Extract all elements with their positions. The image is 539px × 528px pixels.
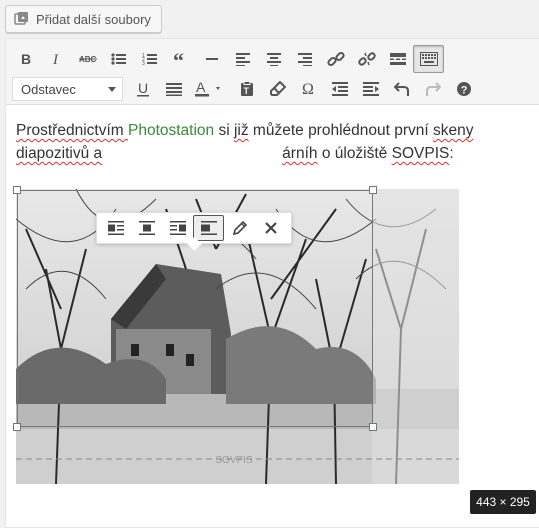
underline-button[interactable]: U — [127, 75, 158, 103]
text-segment: již — [233, 122, 249, 139]
svg-text:3: 3 — [142, 61, 145, 66]
justify-button[interactable] — [158, 75, 189, 103]
insert-link-button[interactable] — [320, 45, 351, 73]
remove-image-icon[interactable] — [255, 215, 286, 241]
svg-text:“: “ — [173, 52, 184, 66]
image-align-right-button[interactable] — [162, 215, 193, 241]
svg-text:T: T — [243, 86, 249, 96]
text-segment: si — [214, 122, 234, 139]
editor-content[interactable]: Prostřednictvím Photostation si již může… — [6, 106, 539, 526]
format-select-value: Odstavec — [21, 81, 76, 97]
toolbar-row-2: Odstavec U A T Ω ? — [10, 75, 479, 103]
outdent-button[interactable] — [324, 75, 355, 103]
align-center-button[interactable] — [258, 45, 289, 73]
align-right-button[interactable] — [289, 45, 320, 73]
format-select[interactable]: Odstavec — [12, 77, 123, 101]
image-align-none-button[interactable] — [193, 215, 224, 241]
watermark-text: SOVPIS — [215, 455, 253, 466]
text-segment: o úložiště — [317, 145, 392, 162]
paste-as-text-button[interactable]: T — [231, 75, 262, 103]
photostation-link[interactable]: Photostation — [128, 122, 214, 139]
italic-button[interactable]: I — [41, 45, 72, 73]
text-segment: diapozitivů a — [16, 145, 103, 162]
blockquote-button[interactable]: “ — [165, 45, 196, 73]
indent-button[interactable] — [355, 75, 386, 103]
toolbar-toggle-button[interactable] — [413, 45, 444, 73]
remove-link-button[interactable] — [351, 45, 382, 73]
horizontal-line-button[interactable] — [196, 45, 227, 73]
bullet-list-button[interactable] — [103, 45, 134, 73]
add-media-label: Přidat další soubory — [36, 11, 151, 27]
text-segment: árníh — [282, 145, 318, 162]
numbered-list-button[interactable]: 123 — [134, 45, 165, 73]
bold-button[interactable]: B — [10, 45, 41, 73]
align-left-button[interactable] — [227, 45, 258, 73]
image-toolbar — [96, 212, 292, 244]
edit-pencil-icon[interactable] — [224, 215, 255, 241]
editor-toolbar: B I ABC 123 “ Odstavec U A T Ω ? — [6, 39, 539, 105]
media-row: Přidat další soubory — [0, 0, 539, 38]
svg-text:B: B — [21, 52, 31, 66]
image-dimensions-badge: 443 × 295 — [470, 490, 536, 514]
text-segment: : — [449, 145, 454, 162]
text-segment: Prostřednictvím — [16, 122, 128, 139]
media-icon — [14, 11, 30, 27]
image-align-left-button[interactable] — [100, 215, 131, 241]
special-character-button[interactable]: Ω — [293, 75, 324, 103]
svg-text:Ω: Ω — [302, 81, 314, 97]
help-button[interactable]: ? — [448, 75, 479, 103]
strikethrough-button[interactable]: ABC — [72, 45, 103, 73]
chevron-down-icon — [108, 86, 116, 92]
svg-text:U: U — [138, 81, 148, 96]
add-media-button[interactable]: Přidat další soubory — [5, 5, 162, 33]
image-align-center-button[interactable] — [131, 215, 162, 241]
toolbar-row-1: B I ABC 123 “ — [10, 45, 444, 73]
text-segment: skeny — [433, 122, 474, 139]
paragraph[interactable]: Prostřednictvím Photostation si již může… — [16, 119, 516, 165]
editor: B I ABC 123 “ Odstavec U A T Ω ? Prostře… — [5, 38, 539, 528]
undo-button[interactable] — [386, 75, 417, 103]
svg-text:A: A — [196, 80, 206, 95]
text-segment: SOVPIS — [391, 145, 450, 162]
clear-formatting-button[interactable] — [262, 75, 293, 103]
redo-button[interactable] — [417, 75, 448, 103]
svg-text:I: I — [52, 52, 59, 66]
text-color-button[interactable]: A — [189, 75, 231, 103]
svg-text:?: ? — [460, 85, 467, 97]
read-more-button[interactable] — [382, 45, 413, 73]
text-segment: můžete prohlédnout první — [248, 122, 434, 139]
